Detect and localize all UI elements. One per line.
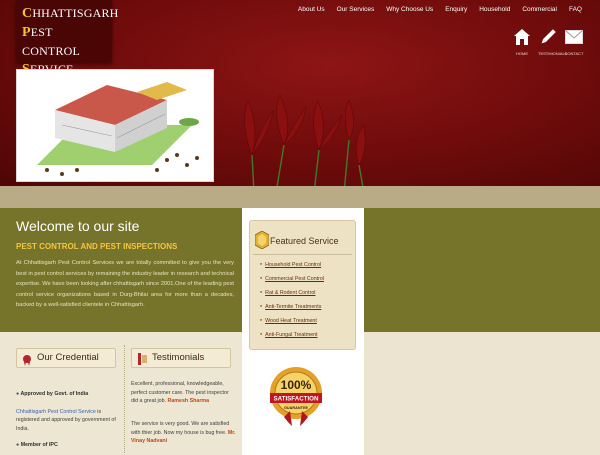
welcome-title: Welcome to our site [16,218,140,234]
testimonials-title: Testimonials [152,352,205,363]
featured-list: Household Pest Control Commercial Pest C… [260,259,324,343]
nav-about-us[interactable]: About Us [292,5,331,15]
testimonials-button-label: TESTIMONIALS [538,51,568,56]
featured-link-rat-rodent[interactable]: Rat & Rodent Control [260,287,324,298]
satisfaction-guarantee-badge: 100% SATISFACTION GUARANTEE [270,367,322,426]
testimonial-2-text: The service is very good. We are satisfi… [131,421,230,436]
featured-divider [253,254,352,255]
header: CHHATTISGARH PEST CONTROL SERVICE About … [0,0,600,186]
top-navigation: About Us Our Services Why Choose Us Enqu… [292,5,588,15]
contact-button[interactable]: CONTACT [564,26,584,56]
testimonials-header: Testimonials [131,348,231,368]
home-button[interactable]: HOME [512,26,532,56]
welcome-text: At Chhattisgarh Pest Control Services we… [16,260,234,308]
credential-item-1-text: Chhattisgarh Pest Control Service is reg… [16,408,116,432]
welcome-subtitle: PEST CONTROL AND PEST INSPECTIONS [16,242,178,251]
nav-why-choose-us[interactable]: Why Choose Us [380,5,439,15]
flowers-decoration [244,95,366,186]
nav-household[interactable]: Household [473,5,516,15]
nav-commercial[interactable]: Commercial [516,5,563,15]
logo-line-1: CHHATTISGARH [22,6,119,21]
column-divider [124,345,125,453]
pencil-icon [538,26,558,48]
credential-item-2: ● Member of IPC [16,442,58,448]
bottom-right-panel [364,332,600,455]
mail-icon [564,26,584,48]
credential-title: Our Credential [37,352,99,363]
nav-our-services[interactable]: Our Services [331,5,381,15]
tan-divider-band [0,186,600,208]
contact-button-label: CONTACT [564,51,584,56]
featured-link-wood-heat[interactable]: Wood Heat Treatment [260,315,324,326]
credential-item-1-title: ● Approved by Govt. of India [16,391,89,397]
header-icon-buttons: HOME TESTIMONIALS CONTACT [512,26,584,56]
credential-icon [22,353,32,371]
testimonial-2: The service is very good. We are satisfi… [131,420,236,446]
testimonial-1: Excellent, professional, knowledgeable, … [131,380,236,406]
credential-company-link[interactable]: Chhattisgarh Pest Control Service [16,409,96,415]
featured-link-commercial[interactable]: Commercial Pest Control [260,273,324,284]
house-cutaway-illustration [16,69,214,182]
featured-link-anti-fungal[interactable]: Anti-Fungal Treatment [260,329,324,340]
logo-line-2: PEST CONTROL [22,25,81,58]
testimonials-button[interactable]: TESTIMONIALS [538,26,568,56]
badge-bottom: GUARANTEE [284,406,309,410]
credential-item-1: ● Approved by Govt. of India Chhattisgar… [16,390,116,433]
featured-service-box: Featured Service Household Pest Control … [249,220,356,350]
home-button-label: HOME [516,51,528,56]
badge-top: 100% [281,378,312,392]
featured-link-household[interactable]: Household Pest Control [260,259,324,270]
credential-header: Our Credential [16,348,116,368]
badge-middle: SATISFACTION [274,396,319,403]
testimonials-icon [138,352,147,370]
featured-link-anti-termite[interactable]: Anti-Termite Treatments [260,301,324,312]
featured-title: Featured Service [270,236,339,246]
testimonial-1-author: Ramesh Sharma [167,398,210,404]
site-logo[interactable]: CHHATTISGARH PEST CONTROL SERVICE [16,0,119,77]
nav-faq[interactable]: FAQ [563,5,588,15]
nav-enquiry[interactable]: Enquiry [439,5,473,15]
home-icon [512,26,532,48]
featured-icon [254,230,270,254]
